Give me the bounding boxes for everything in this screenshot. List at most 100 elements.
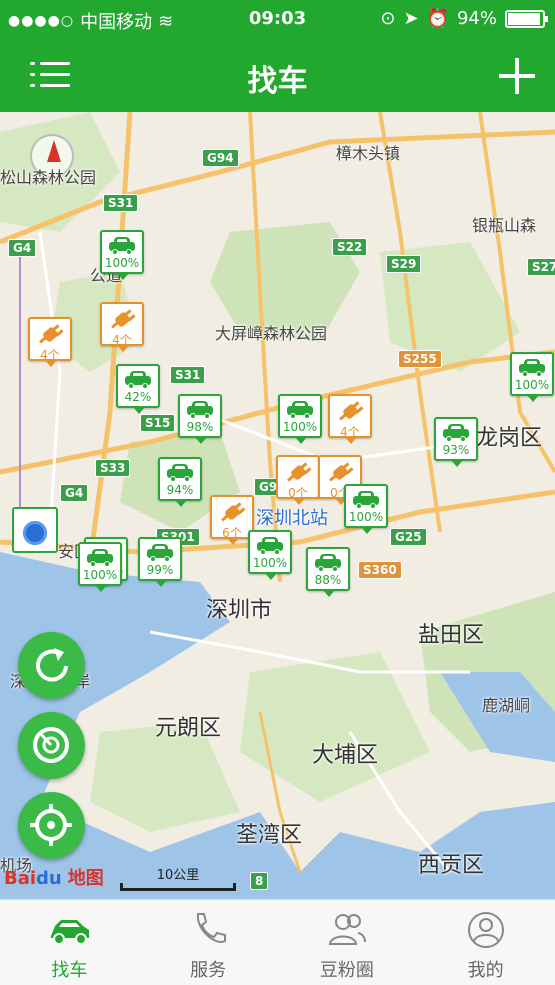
- page-title: 找车: [247, 64, 308, 99]
- charger-marker[interactable]: 4个: [28, 317, 72, 367]
- car-icon: [257, 537, 283, 555]
- plug-icon: [338, 400, 364, 422]
- road-shield: S15: [140, 414, 176, 432]
- refresh-button[interactable]: [18, 632, 85, 699]
- car-marker[interactable]: 100%: [248, 530, 292, 580]
- marker-value: 100%: [252, 556, 288, 570]
- road-shield: S22: [332, 238, 368, 256]
- marker-value: 100%: [82, 568, 118, 582]
- radar-button[interactable]: [18, 712, 85, 779]
- car-icon: [125, 371, 151, 389]
- battery-icon: [505, 9, 548, 28]
- car-marker[interactable]: 100%: [344, 484, 388, 534]
- tab-service[interactable]: 服务: [139, 900, 278, 985]
- car-marker[interactable]: 100%: [510, 352, 554, 402]
- locate-button[interactable]: [18, 792, 85, 859]
- tab-bar: 找车 服务 豆粉圈 我的: [0, 899, 555, 985]
- lock-rotation-icon: ⊙: [380, 8, 396, 29]
- locate-icon: [30, 804, 72, 846]
- road-shield: S31: [170, 366, 206, 384]
- car-icon: [315, 554, 341, 572]
- car-marker[interactable]: 88%: [306, 547, 350, 597]
- car-marker[interactable]: 42%: [116, 364, 160, 414]
- station-label: 深圳北站: [256, 508, 328, 529]
- place-label: 大埔区: [312, 743, 379, 768]
- car-marker[interactable]: 94%: [158, 457, 202, 507]
- charger-marker[interactable]: 4个: [100, 302, 144, 352]
- car-marker[interactable]: 99%: [138, 537, 182, 587]
- car-icon: [87, 549, 113, 567]
- location-icon: ➤: [403, 8, 419, 29]
- car-marker[interactable]: 100%: [78, 542, 122, 592]
- charger-marker[interactable]: 4个: [328, 394, 372, 444]
- place-label: 银瓶山森: [472, 216, 537, 235]
- map-view[interactable]: 樟木头镇 银瓶山森 大屏嶂森林公园 龙岗区 深圳北站 深圳市 盐田区 鹿湖峒 元…: [0, 112, 555, 899]
- road-shield: G4: [60, 484, 89, 502]
- marker-value: 94%: [166, 483, 194, 497]
- user-icon: [467, 912, 504, 948]
- place-label: 鹿湖峒: [482, 696, 531, 715]
- place-label: 西贡区: [418, 853, 485, 878]
- road-shield: S31: [103, 194, 139, 212]
- baidu-logo: Baidu 地图: [4, 868, 104, 889]
- car-icon: [51, 920, 90, 945]
- status-bar: ●●●●○ 中国移动 ≋ 09:03 ⊙ ➤ ⏰ 94%: [0, 0, 555, 38]
- place-label: 龙岗区: [476, 426, 543, 451]
- car-icon: [519, 359, 545, 377]
- marker-value: 88%: [314, 573, 342, 587]
- road-shield: S255: [398, 350, 442, 368]
- plug-icon: [286, 461, 312, 483]
- marker-value: 4个: [340, 425, 360, 439]
- road-shield: S33: [95, 459, 131, 477]
- marker-value: 100%: [282, 420, 318, 434]
- road-shield: G25: [390, 528, 427, 546]
- map-scale: 10公里: [120, 864, 236, 891]
- plug-icon: [110, 308, 136, 330]
- alarm-icon: ⏰: [426, 8, 449, 29]
- current-location-marker[interactable]: [12, 507, 58, 553]
- users-icon: [328, 914, 366, 945]
- marker-value: 99%: [146, 563, 174, 577]
- radar-icon: [33, 727, 69, 763]
- place-label: 元朗区: [155, 716, 222, 741]
- car-icon: [147, 544, 173, 562]
- marker-value: 42%: [124, 390, 152, 404]
- car-icon: [287, 401, 313, 419]
- tab-profile[interactable]: 我的: [416, 900, 555, 985]
- marker-value: 6个: [222, 526, 242, 540]
- marker-value: 4个: [40, 348, 60, 362]
- tab-label: 豆粉圈: [319, 960, 374, 981]
- tab-find-car[interactable]: 找车: [0, 900, 139, 985]
- marker-value: 4个: [112, 333, 132, 347]
- place-label: 大屏嶂森林公园: [215, 324, 328, 343]
- car-icon: [187, 401, 213, 419]
- marker-value: 100%: [514, 378, 550, 392]
- place-label: 深圳市: [206, 598, 273, 623]
- plug-icon: [328, 461, 354, 483]
- plus-icon[interactable]: [497, 56, 537, 96]
- car-marker[interactable]: 100%: [100, 230, 144, 280]
- road-shield: S29: [386, 255, 422, 273]
- car-icon: [109, 237, 135, 255]
- marker-value: 98%: [186, 420, 214, 434]
- marker-value: 0个: [288, 486, 308, 500]
- car-marker[interactable]: 93%: [434, 417, 478, 467]
- place-label: 荃湾区: [236, 823, 303, 848]
- charger-marker[interactable]: 0个: [276, 455, 320, 505]
- tab-label: 找车: [51, 960, 88, 981]
- car-icon: [443, 424, 469, 442]
- car-marker[interactable]: 100%: [278, 394, 322, 444]
- nav-bar: 找车: [0, 38, 555, 112]
- road-shield: S360: [358, 561, 402, 579]
- place-label: 樟木头镇: [336, 144, 401, 163]
- tab-community[interactable]: 豆粉圈: [278, 900, 417, 985]
- car-icon: [167, 464, 193, 482]
- road-shield: S27: [527, 258, 555, 276]
- battery-percent: 94%: [456, 8, 497, 29]
- plug-icon: [38, 323, 64, 345]
- car-marker[interactable]: 98%: [178, 394, 222, 444]
- tab-label: 服务: [190, 960, 227, 981]
- marker-value: 93%: [442, 443, 470, 457]
- tab-label: 我的: [467, 960, 504, 981]
- marker-value: 100%: [348, 510, 384, 524]
